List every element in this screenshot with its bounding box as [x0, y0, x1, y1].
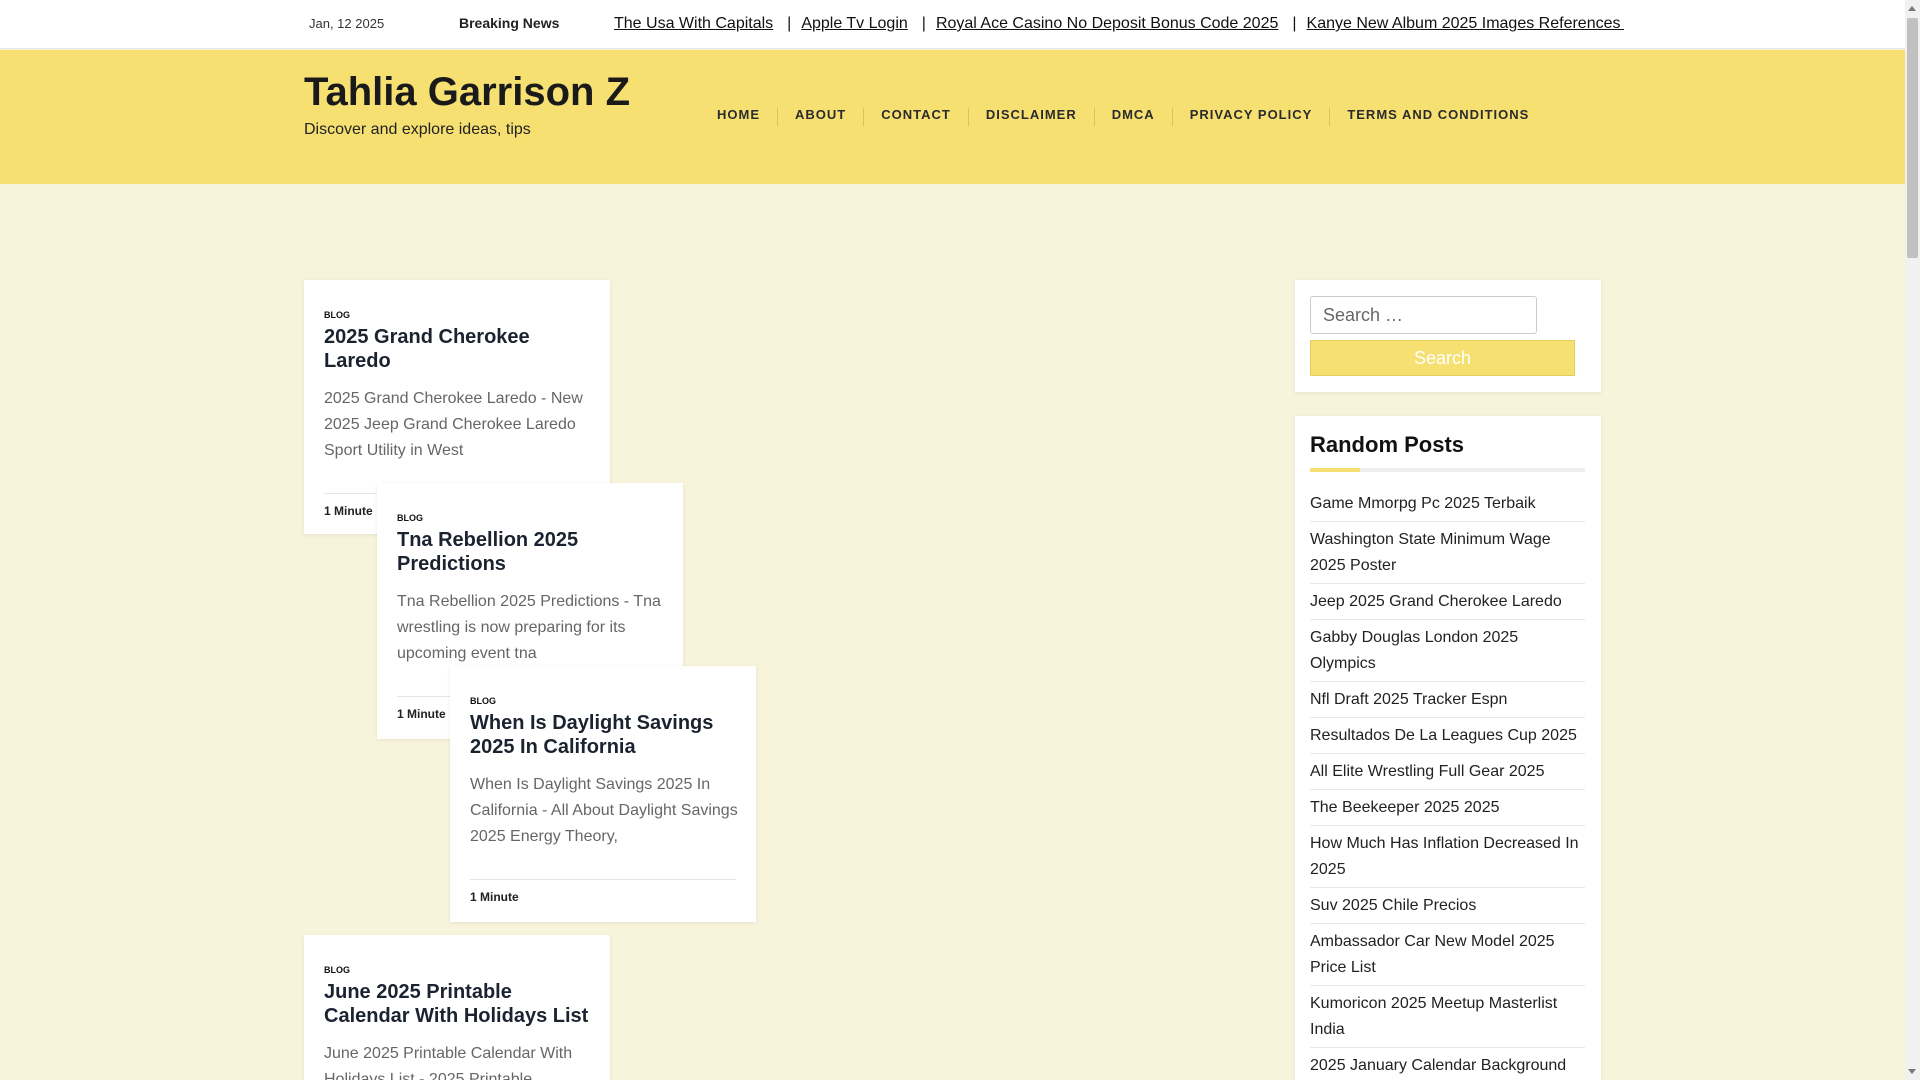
ticker-link[interactable]: Kanye New Album 2025 Images References :: [1307, 15, 1624, 32]
ticker-separator: |: [1292, 15, 1297, 32]
post-title[interactable]: 2025 Grand Cherokee Laredo: [324, 325, 592, 373]
ticker-link[interactable]: Royal Ace Casino No Deposit Bonus Code 2…: [936, 15, 1278, 32]
site-tagline: Discover and explore ideas, tips: [304, 121, 531, 138]
random-post-link[interactable]: Nfl Draft 2025 Tracker Espn: [1310, 682, 1585, 718]
random-post-link[interactable]: Suv 2025 Chile Precios: [1310, 888, 1585, 924]
post-category[interactable]: BLOG: [324, 310, 350, 320]
random-post-link[interactable]: Gabby Douglas London 2025 Olympics: [1310, 620, 1585, 682]
post-card: BLOG When Is Daylight Savings 2025 In Ca…: [450, 666, 756, 922]
nav-about[interactable]: ABOUT: [778, 108, 865, 126]
post-excerpt: 2025 Grand Cherokee Laredo - New 2025 Je…: [324, 390, 583, 459]
random-posts-heading: Random Posts: [1310, 432, 1465, 457]
post-excerpt: Tna Rebellion 2025 Predictions - Tna wre…: [397, 593, 661, 662]
random-post-link[interactable]: The Beekeeper 2025 2025: [1310, 790, 1585, 826]
top-bar: Jan, 12 2025 Breaking News The Usa With …: [0, 0, 1905, 49]
post-reading-time: 1 Minute: [470, 879, 736, 904]
random-post-link[interactable]: All Elite Wrestling Full Gear 2025: [1310, 754, 1585, 790]
scroll-up-arrow-icon[interactable]: [1908, 6, 1916, 11]
scroll-down-arrow-icon[interactable]: [1908, 1069, 1916, 1074]
post-category[interactable]: BLOG: [324, 965, 350, 975]
post-excerpt: June 2025 Printable Calendar With Holida…: [324, 1045, 573, 1080]
random-post-link[interactable]: How Much Has Inflation Decreased In 2025: [1310, 826, 1585, 888]
main-nav: HOME ABOUT CONTACT DISCLAIMER DMCA PRIVA…: [700, 108, 1546, 126]
scrollbar-thumb[interactable]: [1907, 18, 1918, 258]
ticker-link[interactable]: Apple Tv Login: [801, 15, 907, 32]
random-post-link[interactable]: Ambassador Car New Model 2025 Price List: [1310, 924, 1585, 986]
nav-disclaimer[interactable]: DISCLAIMER: [969, 108, 1095, 126]
page-scrollbar[interactable]: [1905, 0, 1920, 1080]
ticker-separator: |: [787, 15, 792, 32]
post-category[interactable]: BLOG: [470, 696, 496, 706]
site-title[interactable]: Tahlia Garrison Z: [304, 70, 630, 115]
nav-dmca[interactable]: DMCA: [1095, 108, 1173, 126]
news-ticker: The Usa With Capitals | Apple Tv Login | Roy…: [614, 15, 1624, 33]
post-title[interactable]: Tna Rebellion 2025 Predictions: [397, 528, 665, 576]
random-post-link[interactable]: Washington State Minimum Wage 2025 Poste…: [1310, 522, 1585, 584]
post-title[interactable]: When Is Daylight Savings 2025 In Califor…: [470, 711, 738, 759]
heading-underline: [1310, 468, 1585, 472]
breaking-news-label: Breaking News: [459, 15, 560, 31]
search-button[interactable]: Search: [1310, 340, 1575, 376]
nav-terms-and-conditions[interactable]: TERMS AND CONDITIONS: [1330, 108, 1546, 126]
post-category[interactable]: BLOG: [397, 513, 423, 523]
random-post-link[interactable]: Resultados De La Leagues Cup 2025: [1310, 718, 1585, 754]
ticker-separator: |: [921, 15, 926, 32]
random-post-link[interactable]: Game Mmorpg Pc 2025 Terbaik: [1310, 486, 1585, 522]
random-post-link[interactable]: 2025 January Calendar Background: [1310, 1048, 1585, 1080]
search-widget: Search: [1295, 280, 1601, 392]
random-posts-widget: Random Posts Game Mmorpg Pc 2025 Terbaik…: [1295, 416, 1601, 1080]
nav-privacy-policy[interactable]: PRIVACY POLICY: [1173, 108, 1331, 126]
random-post-link[interactable]: Kumoricon 2025 Meetup Masterlist India: [1310, 986, 1585, 1048]
post-excerpt: When Is Daylight Savings 2025 In Califor…: [470, 776, 738, 845]
current-date: Jan, 12 2025: [309, 16, 385, 31]
random-posts-list: Game Mmorpg Pc 2025 Terbaik Washington S…: [1310, 486, 1585, 1080]
search-input[interactable]: [1310, 296, 1537, 334]
site-header: Tahlia Garrison Z Discover and explore i…: [0, 50, 1905, 184]
post-title[interactable]: June 2025 Printable Calendar With Holida…: [324, 980, 592, 1028]
nav-home[interactable]: HOME: [700, 108, 778, 126]
nav-contact[interactable]: CONTACT: [864, 108, 969, 126]
random-post-link[interactable]: Jeep 2025 Grand Cherokee Laredo: [1310, 584, 1585, 620]
ticker-link[interactable]: The Usa With Capitals: [614, 15, 773, 32]
post-card: BLOG June 2025 Printable Calendar With H…: [304, 935, 610, 1080]
